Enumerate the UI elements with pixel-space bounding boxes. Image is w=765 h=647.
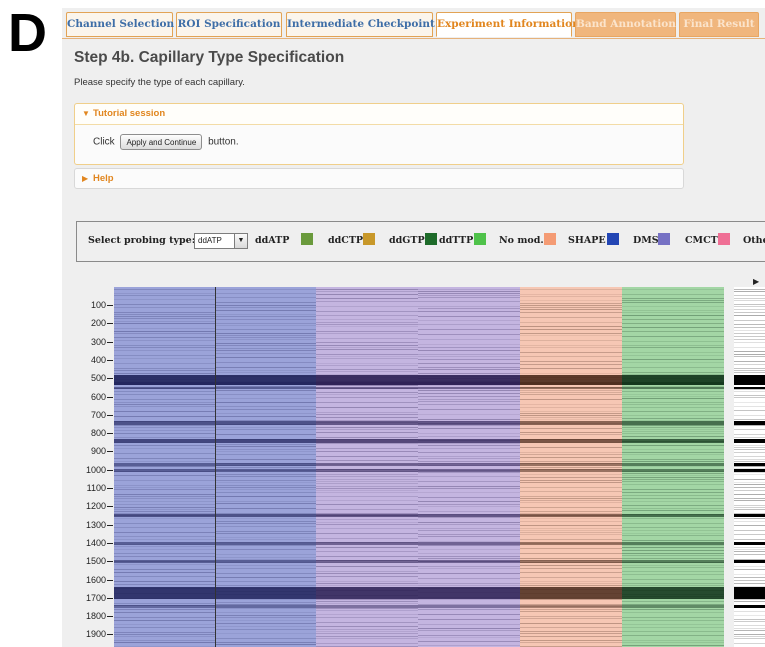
tutorial-panel: ▼ Tutorial session Click Apply and Contin…	[74, 103, 684, 165]
axis-tick	[107, 451, 113, 453]
axis-tick	[107, 634, 113, 636]
apply-and-continue-button[interactable]: Apply and Continue	[120, 134, 203, 150]
axis-tick	[107, 506, 113, 508]
tab-divider	[62, 38, 765, 39]
legend-label-dms: DMS	[633, 235, 659, 246]
axis-label: 400	[90, 354, 106, 365]
legend-label-other: Other	[743, 235, 765, 246]
axis-tick	[107, 488, 113, 489]
axis-tick	[107, 616, 113, 618]
panel-label: D	[8, 3, 47, 63]
axis-tick	[107, 542, 113, 544]
tutorial-title: Tutorial session	[93, 108, 166, 119]
legend-swatch-cmct[interactable]	[718, 233, 730, 245]
axis-label: 500	[90, 373, 106, 384]
axis-label: 300	[90, 336, 106, 347]
app-window: Channel Selection ROI Specification Inte…	[62, 8, 765, 647]
tutorial-text-before: Click	[93, 136, 115, 148]
axis-tick	[107, 341, 113, 343]
legend-swatch-dms[interactable]	[658, 233, 670, 245]
axis-label: 600	[90, 391, 106, 402]
legend-swatch-shape[interactable]	[607, 233, 619, 245]
axis-label: 100	[90, 300, 106, 310]
axis-label: 1700	[85, 592, 106, 603]
capillary-lane[interactable]	[418, 287, 520, 647]
tab-final-result[interactable]: Final Result	[679, 12, 759, 37]
axis-label: 900	[90, 446, 106, 457]
axis-label: 800	[90, 428, 106, 439]
axis-tick	[107, 597, 113, 599]
legend-label-no-mod: No mod.	[499, 235, 544, 246]
help-header[interactable]: ▶ Help	[75, 169, 683, 190]
caret-right-icon: ▶	[82, 174, 89, 183]
legend-label-shape: SHAPE	[568, 235, 606, 246]
axis-label: 1500	[85, 556, 106, 567]
axis-tick	[107, 524, 113, 526]
legend-label-ddgtp: ddGTP	[389, 235, 425, 246]
axis-tick	[107, 378, 113, 380]
capillary-lane[interactable]	[622, 287, 724, 647]
lane-separator	[215, 287, 216, 647]
probing-type-toolbar: Select probing type: ddATP ▼ ddATP ddCTP…	[76, 221, 765, 262]
capillary-lane[interactable]	[215, 287, 316, 647]
legend-swatch-ddttp[interactable]	[474, 233, 486, 245]
axis-label: 1600	[85, 574, 106, 585]
tab-channel-selection[interactable]: Channel Selection	[66, 12, 174, 37]
axis-tick	[107, 359, 113, 361]
chevron-down-icon: ▼	[234, 234, 247, 248]
axis-tick	[107, 579, 113, 581]
legend-swatch-ddctp[interactable]	[363, 233, 375, 245]
axis-tick	[107, 305, 113, 306]
axis-tick	[107, 323, 113, 325]
scroll-marker-icon: ▶	[753, 277, 760, 286]
tab-intermediate-checkpoint[interactable]: Intermediate Checkpoint	[286, 12, 435, 37]
probing-type-value: ddATP	[198, 236, 222, 245]
axis-label: 1000	[85, 464, 106, 475]
tab-roi-specification[interactable]: ROI Specification	[176, 12, 282, 37]
probing-type-label: Select probing type:	[88, 235, 196, 246]
axis-tick	[107, 561, 113, 563]
axis-tick	[107, 433, 113, 435]
capillary-lane[interactable]	[734, 287, 765, 647]
capillary-lane[interactable]	[316, 287, 418, 647]
tutorial-header[interactable]: ▼ Tutorial session	[75, 104, 683, 125]
axis-tick	[107, 396, 113, 398]
axis-label: 1300	[85, 519, 106, 530]
help-panel: ▶ Help	[74, 168, 684, 189]
page-title: Step 4b. Capillary Type Specification	[74, 49, 345, 66]
legend-swatch-ddatp[interactable]	[301, 233, 313, 245]
axis-label: 1900	[85, 629, 106, 640]
tutorial-text-after: button.	[208, 136, 239, 148]
help-title: Help	[93, 173, 114, 184]
axis-label: 1400	[85, 537, 106, 548]
page-subtitle: Please specify the type of each capillar…	[74, 77, 245, 88]
axis-label: 1800	[85, 611, 106, 622]
capillary-lane[interactable]	[114, 287, 215, 647]
axis-tick	[107, 469, 113, 471]
probing-type-select[interactable]: ddATP ▼	[194, 233, 248, 249]
legend-label-ddttp: ddTTP	[439, 235, 474, 246]
legend-swatch-ddgtp[interactable]	[425, 233, 437, 245]
axis-tick	[107, 414, 113, 416]
legend-label-ddctp: ddCTP	[328, 235, 364, 246]
tab-experiment-information[interactable]: Experiment Information	[436, 12, 580, 37]
caret-down-icon: ▼	[82, 109, 90, 118]
axis-label: 200	[90, 318, 106, 329]
legend-swatch-no-mod[interactable]	[544, 233, 556, 245]
axis-label: 700	[90, 409, 106, 420]
tutorial-body: Click Apply and Continue button.	[75, 125, 683, 165]
capillary-gel-view: 100 200 300 400 500 600 700 800 900 1000 1100 1200 1…	[62, 272, 765, 647]
legend-label-ddatp: ddATP	[255, 235, 290, 246]
capillary-lane[interactable]	[520, 287, 622, 647]
axis-label: 1100	[86, 483, 106, 493]
axis-label: 1200	[85, 501, 106, 512]
legend-label-cmct: CMCT	[685, 235, 718, 246]
tab-band-annotation[interactable]: Band Annotation	[575, 12, 676, 37]
